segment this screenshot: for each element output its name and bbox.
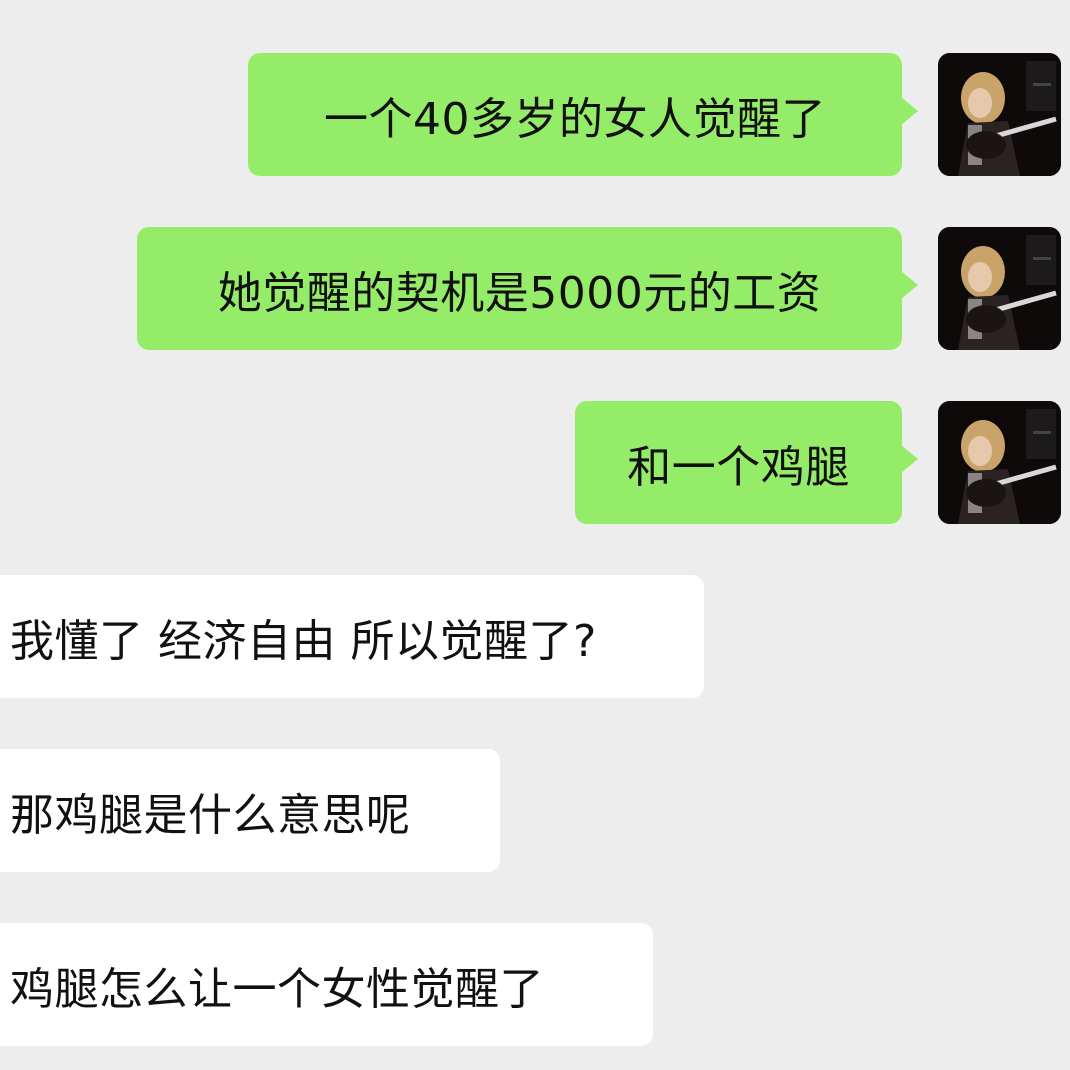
message-bubble-received[interactable]: 鸡腿怎么让一个女性觉醒了 bbox=[0, 923, 653, 1046]
user-avatar[interactable] bbox=[938, 227, 1061, 350]
message-bubble-sent[interactable]: 她觉醒的契机是5000元的工资 bbox=[137, 227, 918, 350]
chat-message-list: 一个40多岁的女人觉醒了 她觉醒的契机是5000元的工资 和一个鸡腿 我懂了 经… bbox=[0, 0, 1070, 1070]
message-text: 和一个鸡腿 bbox=[627, 441, 850, 493]
message-text: 那鸡腿是什么意思呢 bbox=[10, 789, 411, 841]
user-avatar[interactable] bbox=[938, 53, 1061, 176]
message-bubble-sent[interactable]: 和一个鸡腿 bbox=[575, 401, 918, 524]
user-avatar[interactable] bbox=[938, 401, 1061, 524]
message-bubble-received[interactable]: 我懂了 经济自由 所以觉醒了? bbox=[0, 575, 704, 698]
message-bubble-received[interactable]: 那鸡腿是什么意思呢 bbox=[0, 749, 500, 872]
avatar-photo-icon bbox=[938, 227, 1061, 350]
message-text: 她觉醒的契机是5000元的工资 bbox=[217, 267, 822, 319]
avatar-photo-icon bbox=[938, 53, 1061, 176]
message-text: 鸡腿怎么让一个女性觉醒了 bbox=[10, 963, 544, 1015]
message-bubble-sent[interactable]: 一个40多岁的女人觉醒了 bbox=[248, 53, 918, 176]
message-text: 我懂了 经济自由 所以觉醒了? bbox=[10, 615, 597, 667]
avatar-photo-icon bbox=[938, 401, 1061, 524]
bubble-tail bbox=[901, 445, 918, 473]
bubble-tail bbox=[901, 271, 918, 299]
message-text: 一个40多岁的女人觉醒了 bbox=[324, 93, 826, 145]
bubble-tail bbox=[901, 97, 918, 125]
